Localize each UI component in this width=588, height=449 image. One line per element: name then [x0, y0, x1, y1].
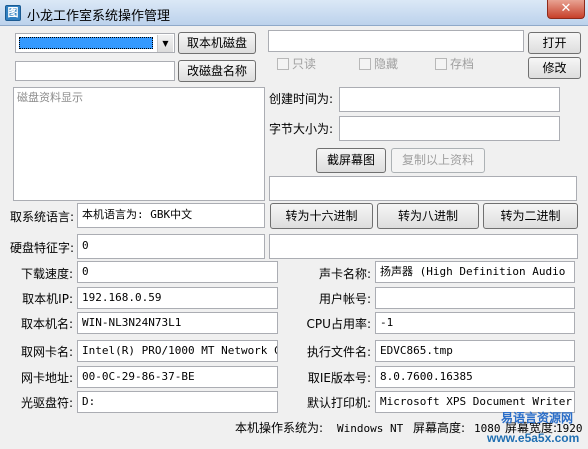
sound-value: 扬声器 (High Definition Audio — [380, 265, 566, 278]
modify-button[interactable]: 修改 — [528, 57, 581, 79]
cpu-value: -1 — [380, 316, 394, 329]
window-title: 小龙工作室系统操作管理 — [27, 9, 171, 24]
checkbox-square — [359, 58, 371, 70]
main-panel: ▼ 取本机磁盘 改磁盘名称 磁盘资料显示 打开 只读 隐藏 存档 修改 创建时间… — [0, 26, 588, 449]
download-speed-field[interactable]: 0 — [77, 261, 278, 283]
sound-field[interactable]: 扬声器 (High Definition Audio — [375, 261, 575, 283]
get-disk-button[interactable]: 取本机磁盘 — [178, 32, 256, 54]
ie-value: 8.0.7600.16385 — [380, 370, 473, 383]
watermark-url: www.e5a5x.com — [487, 431, 580, 445]
archive-checkbox[interactable]: 存档 — [435, 56, 474, 72]
app-icon: 图 — [5, 5, 21, 21]
nic-name-value: Intel(R) PRO/1000 MT Network Conn — [82, 344, 277, 357]
ip-label: 取本机IP: — [22, 292, 73, 306]
disk-select[interactable]: ▼ — [15, 33, 175, 53]
printer-label: 默认打印机: — [306, 396, 371, 410]
open-button[interactable]: 打开 — [528, 32, 581, 54]
copy-info-button: 复制以上资料 — [391, 148, 485, 173]
nic-name-label: 取网卡名: — [20, 345, 73, 359]
disk-name-input[interactable] — [15, 61, 175, 81]
created-time-input[interactable] — [339, 87, 560, 112]
user-field[interactable] — [375, 287, 575, 309]
chevron-down-icon[interactable]: ▼ — [157, 35, 173, 52]
disk-info-placeholder: 磁盘资料显示 — [17, 91, 83, 104]
to-bin-button[interactable]: 转为二进制 — [483, 203, 578, 229]
convert-output[interactable] — [269, 234, 578, 259]
download-speed-label: 下载速度: — [20, 267, 73, 281]
title-bar[interactable]: 图 小龙工作室系统操作管理 ✕ — [0, 0, 588, 26]
screenshot-button[interactable]: 截屏幕图 — [316, 148, 386, 173]
watermark-cn: 易语言资源网 — [501, 411, 574, 425]
hostname-value: WIN-NL3N24N73L1 — [82, 316, 182, 329]
sound-label: 声卡名称: — [318, 267, 371, 281]
mac-value: 00-0C-29-86-37-BE — [82, 370, 195, 383]
language-value: 本机语言为: GBK中文 — [82, 208, 193, 221]
file-path-input[interactable] — [268, 30, 524, 52]
cdrom-value: D: — [82, 395, 96, 408]
hostname-field[interactable]: WIN-NL3N24N73L1 — [77, 312, 278, 334]
readonly-label: 只读 — [292, 57, 317, 71]
user-label: 用户帐号: — [318, 292, 371, 306]
mac-label: 网卡地址: — [20, 371, 73, 385]
exe-field[interactable]: EDVC865.tmp — [375, 340, 575, 362]
cpu-label: CPU占用率: — [306, 317, 371, 331]
close-button[interactable]: ✕ — [547, 0, 585, 19]
nic-name-field[interactable]: Intel(R) PRO/1000 MT Network Conn — [77, 340, 278, 362]
download-speed-value: 0 — [82, 265, 89, 278]
combo-selection — [19, 37, 153, 49]
archive-label: 存档 — [450, 57, 475, 71]
checkbox-square — [277, 58, 289, 70]
checkbox-square — [435, 58, 447, 70]
readonly-checkbox[interactable]: 只读 — [277, 56, 316, 72]
hidden-label: 隐藏 — [374, 57, 399, 71]
ip-value: 192.168.0.59 — [82, 291, 162, 304]
hostname-label: 取本机名: — [20, 317, 73, 331]
to-hex-button[interactable]: 转为十六进制 — [270, 203, 373, 229]
ip-field[interactable]: 192.168.0.59 — [77, 287, 278, 309]
ie-field[interactable]: 8.0.7600.16385 — [375, 366, 575, 388]
disk-serial-field[interactable]: 0 — [77, 234, 265, 259]
convert-input[interactable] — [269, 176, 577, 201]
size-input[interactable] — [339, 116, 560, 141]
disk-serial-label: 硬盘特征字: — [10, 241, 75, 255]
os-value: Windows NT — [337, 422, 404, 435]
language-label: 取系统语言: — [10, 210, 75, 224]
os-label: 本机操作系统为: — [235, 421, 324, 435]
hidden-checkbox[interactable]: 隐藏 — [359, 56, 398, 72]
screen-height-label: 屏幕高度: — [413, 421, 466, 435]
ie-label: 取IE版本号: — [307, 371, 371, 385]
created-time-label: 创建时间为: — [269, 92, 334, 106]
cdrom-field[interactable]: D: — [77, 391, 278, 413]
language-field[interactable]: 本机语言为: GBK中文 — [77, 203, 265, 228]
exe-value: EDVC865.tmp — [380, 344, 453, 357]
to-oct-button[interactable]: 转为八进制 — [377, 203, 479, 229]
rename-disk-button[interactable]: 改磁盘名称 — [178, 60, 256, 82]
cdrom-label: 光驱盘符: — [20, 396, 73, 410]
disk-info-textarea[interactable]: 磁盘资料显示 — [13, 87, 265, 201]
cpu-field[interactable]: -1 — [375, 312, 575, 334]
size-label: 字节大小为: — [269, 122, 334, 136]
mac-field[interactable]: 00-0C-29-86-37-BE — [77, 366, 278, 388]
disk-serial-value: 0 — [82, 239, 89, 252]
exe-label: 执行文件名: — [306, 345, 371, 359]
